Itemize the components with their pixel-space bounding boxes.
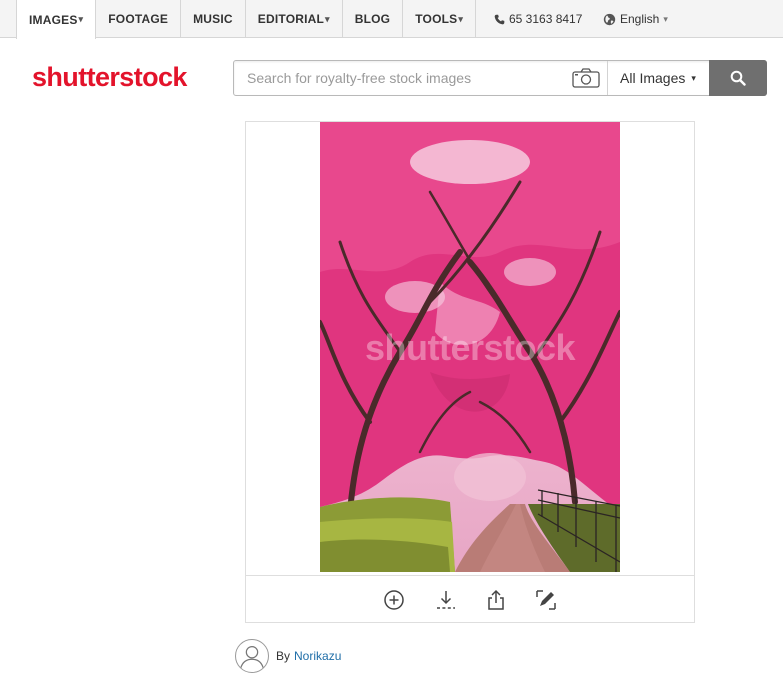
search-button[interactable] [709,60,767,96]
main-nav: IMAGES ▾ FOOTAGE MUSIC EDITORIAL ▾ BLOG TO… [16,0,477,39]
image-actions-bar [246,575,694,623]
dropdown-label: All Images [620,70,686,86]
stock-photo[interactable]: shutterstock [320,122,620,572]
nav-item-label: BLOG [354,12,391,26]
nav-item-footage[interactable]: FOOTAGE [96,0,182,38]
chevron-down-icon: ▾ [78,14,84,24]
phone-icon [494,14,505,24]
search-bar: All Images ▾ [233,60,767,96]
nav-item-blog[interactable]: BLOG [343,0,404,38]
edit-icon[interactable] [534,588,558,612]
search-icon [730,70,746,86]
image-card: shutterstock [245,121,695,623]
author-info: By Norikazu [235,639,341,673]
share-icon[interactable] [484,588,508,612]
phone-number[interactable]: 65 3163 8417 [494,0,582,38]
nav-item-images[interactable]: IMAGES ▾ [16,0,97,39]
nav-item-label: TOOLS [415,12,458,26]
chevron-down-icon: ▾ [325,13,330,24]
camera-icon[interactable] [572,68,600,88]
language-label: English [620,12,660,26]
watermark: shutterstock [364,327,576,368]
chevron-down-icon: ▾ [458,13,464,24]
nav-item-tools[interactable]: TOOLS ▾ [403,0,477,38]
author-name-link[interactable]: Norikazu [294,649,341,663]
nav-item-music[interactable]: MUSIC [181,0,246,38]
search-input[interactable] [234,61,564,95]
add-to-lightbox-icon[interactable] [382,588,406,612]
by-label: By [276,649,291,663]
nav-item-label: FOOTAGE [108,12,169,26]
nav-item-label: EDITORIAL [257,12,325,26]
download-icon[interactable] [434,588,458,612]
chevron-down-icon: ▾ [691,72,696,83]
user-avatar-icon[interactable] [235,639,269,673]
globe-icon [603,13,616,25]
phone-number-text: 65 3163 8417 [509,12,583,26]
image-type-dropdown[interactable]: All Images ▾ [607,61,711,95]
language-selector[interactable]: English ▾ [603,0,668,38]
top-navigation-bar: IMAGES ▾ FOOTAGE MUSIC EDITORIAL ▾ BLOG TO… [0,0,783,39]
nav-item-editorial[interactable]: EDITORIAL ▾ [246,0,343,38]
shutterstock-logo[interactable]: shutterstock [32,62,187,92]
nav-item-label: IMAGES [29,12,78,27]
nav-item-label: MUSIC [193,12,233,26]
chevron-down-icon: ▾ [663,13,668,24]
